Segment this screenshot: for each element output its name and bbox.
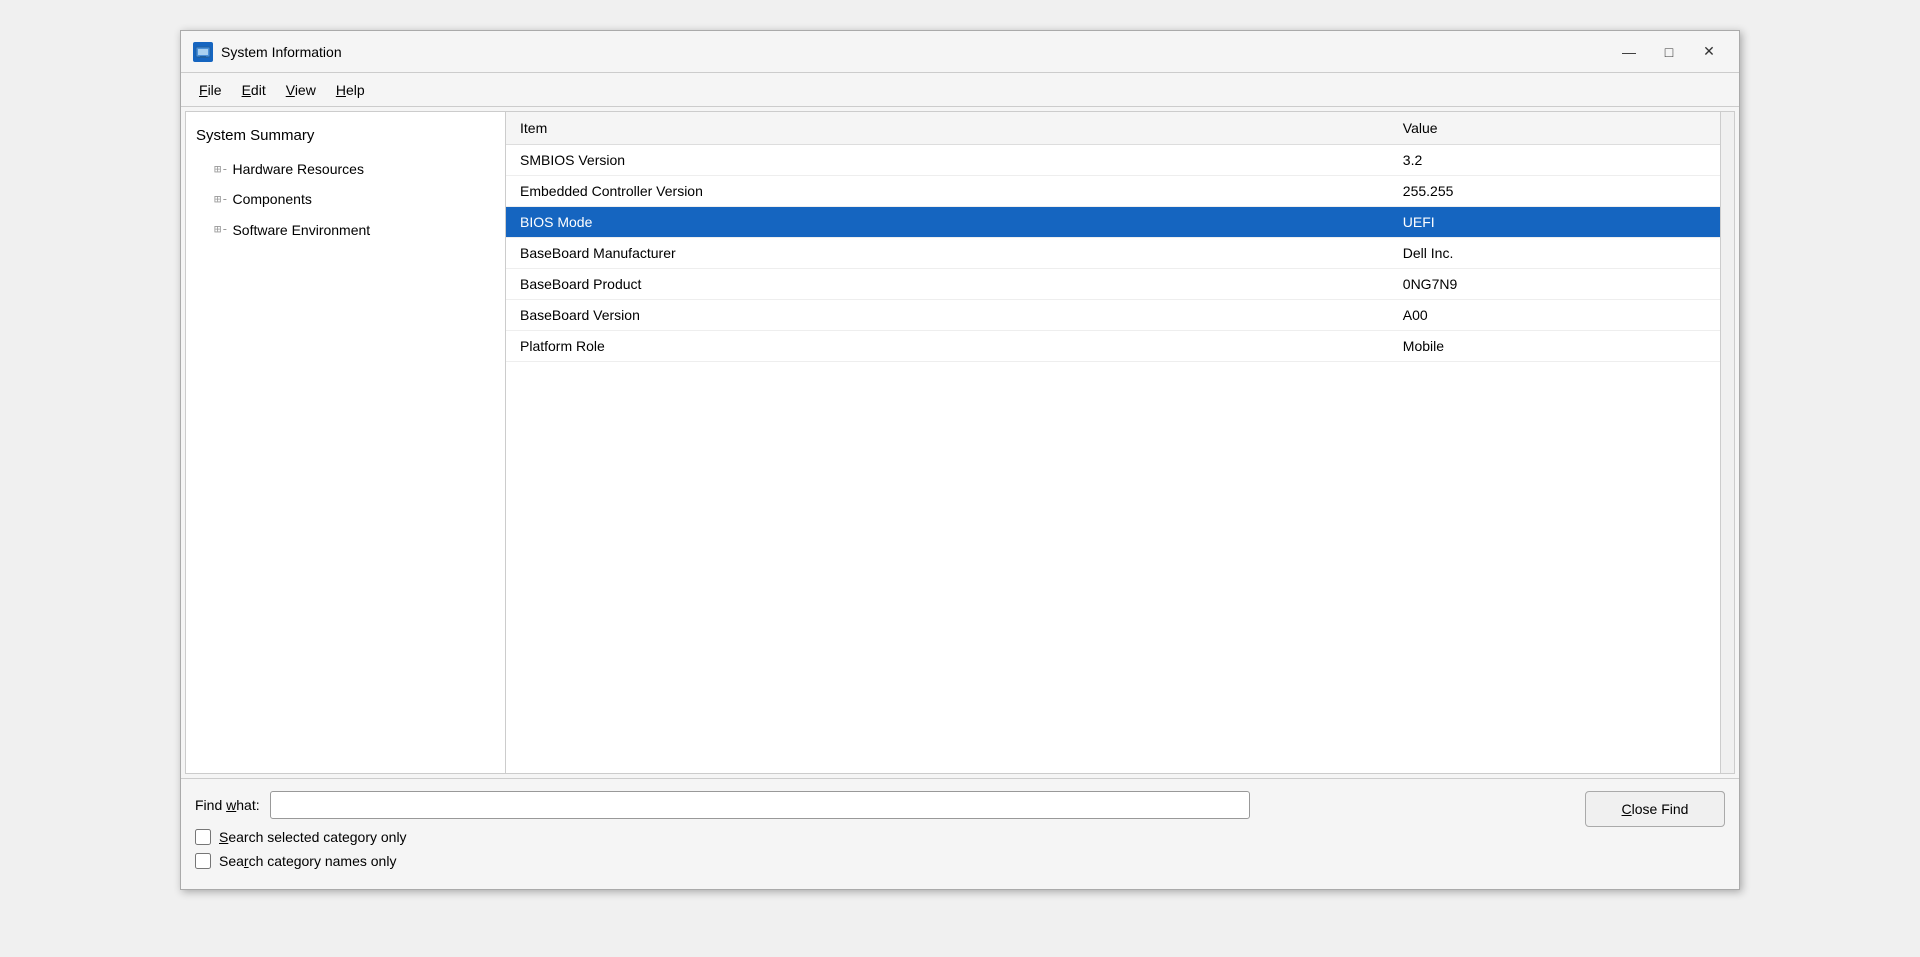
table-cell-value: A00 [1389, 300, 1734, 331]
menu-help-label: Help [336, 82, 365, 98]
table-row[interactable]: Embedded Controller Version255.255 [506, 176, 1734, 207]
menu-help[interactable]: Help [326, 78, 375, 102]
table-row[interactable]: BaseBoard Product0NG7N9 [506, 269, 1734, 300]
col-header-value: Value [1389, 112, 1734, 145]
bottom-left: Find what: Search selected category only… [195, 791, 1585, 877]
table-cell-value: 3.2 [1389, 145, 1734, 176]
find-label: Find what: [195, 797, 260, 813]
table-cell-value: UEFI [1389, 207, 1734, 238]
menu-view-label: View [286, 82, 316, 98]
tree-components-label: Components [232, 188, 311, 210]
table-cell-item: SMBIOS Version [506, 145, 1389, 176]
table-cell-value: 0NG7N9 [1389, 269, 1734, 300]
tree-dashes-1: ⊞- [214, 160, 228, 179]
bottom-layout: Find what: Search selected category only… [195, 791, 1725, 877]
menu-edit[interactable]: Edit [232, 78, 276, 102]
menu-file[interactable]: File [189, 78, 232, 102]
menu-view[interactable]: View [276, 78, 326, 102]
tree-root-system-summary[interactable]: System Summary [190, 118, 501, 154]
app-icon [193, 42, 213, 62]
window-controls: — □ ✕ [1611, 38, 1727, 66]
table-cell-item: BaseBoard Manufacturer [506, 238, 1389, 269]
col-header-item: Item [506, 112, 1389, 145]
search-names-checkbox[interactable] [195, 853, 211, 869]
info-table: Item Value SMBIOS Version3.2Embedded Con… [506, 112, 1734, 362]
maximize-button[interactable]: □ [1651, 38, 1687, 66]
close-find-button[interactable]: Close Find [1585, 791, 1725, 827]
find-input[interactable] [270, 791, 1250, 819]
table-row[interactable]: BaseBoard ManufacturerDell Inc. [506, 238, 1734, 269]
table-cell-value: Dell Inc. [1389, 238, 1734, 269]
table-cell-item: Platform Role [506, 331, 1389, 362]
table-panel: Item Value SMBIOS Version3.2Embedded Con… [506, 112, 1734, 773]
scrollbar[interactable] [1720, 112, 1734, 773]
search-selected-checkbox[interactable] [195, 829, 211, 845]
find-row: Find what: [195, 791, 1585, 819]
table-cell-value: Mobile [1389, 331, 1734, 362]
table-row[interactable]: SMBIOS Version3.2 [506, 145, 1734, 176]
tree-item-components[interactable]: ⊞- Components [190, 184, 501, 214]
tree-software-label: Software Environment [232, 219, 370, 241]
tree-panel: System Summary ⊞- Hardware Resources ⊞- … [186, 112, 506, 773]
menu-bar: File Edit View Help [181, 73, 1739, 107]
table-cell-item: BIOS Mode [506, 207, 1389, 238]
table-row[interactable]: BIOS ModeUEFI [506, 207, 1734, 238]
bottom-bar: Find what: Search selected category only… [181, 778, 1739, 889]
tree-root-label: System Summary [196, 124, 314, 148]
close-button[interactable]: ✕ [1691, 38, 1727, 66]
search-selected-label: Search selected category only [219, 829, 407, 845]
search-names-label: Search category names only [219, 853, 396, 869]
table-row[interactable]: BaseBoard VersionA00 [506, 300, 1734, 331]
table-row[interactable]: Platform RoleMobile [506, 331, 1734, 362]
tree-item-hardware-resources[interactable]: ⊞- Hardware Resources [190, 154, 501, 184]
minimize-button[interactable]: — [1611, 38, 1647, 66]
tree-hardware-label: Hardware Resources [232, 158, 364, 180]
search-selected-row: Search selected category only [195, 829, 1585, 845]
table-cell-value: 255.255 [1389, 176, 1734, 207]
window-title: System Information [221, 44, 1611, 60]
table-cell-item: BaseBoard Version [506, 300, 1389, 331]
search-names-row: Search category names only [195, 853, 1585, 869]
table-cell-item: BaseBoard Product [506, 269, 1389, 300]
tree-dashes-2: ⊞- [214, 190, 228, 209]
table-cell-item: Embedded Controller Version [506, 176, 1389, 207]
close-find-label: Close Find [1622, 801, 1689, 817]
tree-dashes-3: ⊞- [214, 220, 228, 239]
bottom-right: Find Close Find [1585, 791, 1725, 877]
menu-edit-label: Edit [242, 82, 266, 98]
title-bar: System Information — □ ✕ [181, 31, 1739, 73]
tree-item-software-environment[interactable]: ⊞- Software Environment [190, 215, 501, 245]
main-content: System Summary ⊞- Hardware Resources ⊞- … [185, 111, 1735, 774]
menu-file-label: File [199, 82, 222, 98]
